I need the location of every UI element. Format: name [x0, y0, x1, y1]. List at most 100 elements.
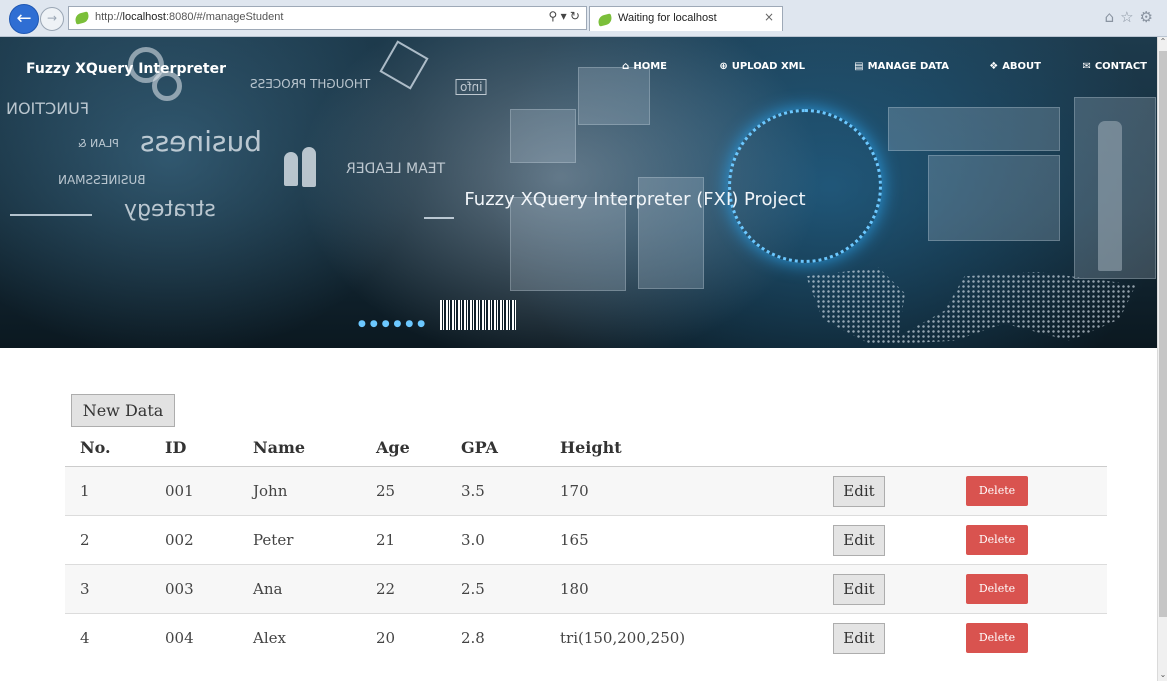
url-text[interactable]: http://localhost:8080/#/manageStudent [95, 11, 283, 23]
decor-team: TEAM LEADER [346, 161, 446, 177]
info-icon: ❖ [989, 61, 999, 72]
hero-panel [510, 109, 576, 163]
tab-favicon-icon [596, 13, 614, 27]
url-prefix: http:// [95, 11, 123, 23]
delete-button[interactable]: Delete [966, 574, 1028, 604]
column-header-no: No. [65, 428, 150, 467]
table-row: 3 003 Ana 22 2.5 180 Edit Delete [65, 564, 1107, 614]
arrow-left-icon: ← [16, 8, 32, 29]
column-header-edit [818, 428, 951, 467]
address-bar[interactable]: http://localhost:8080/#/manageStudent ⚲ … [68, 6, 587, 30]
new-data-button[interactable]: New Data [71, 394, 175, 427]
column-header-height: Height [545, 428, 818, 467]
scroll-up-icon[interactable]: ⌃ [1158, 37, 1167, 46]
barcode-graphic [440, 300, 516, 330]
tab-close-icon[interactable]: × [764, 10, 774, 24]
cell-age: 20 [361, 613, 446, 662]
arrow-graphic [424, 217, 454, 219]
cell-name: Alex [238, 613, 361, 662]
search-refresh-icons[interactable]: ⚲ ▾ ↻ [548, 9, 580, 23]
cell-no: 4 [65, 613, 150, 662]
nav-about-label: ABOUT [1002, 61, 1041, 72]
cell-name: Ana [238, 564, 361, 614]
nav-about[interactable]: ❖ ABOUT [989, 61, 1041, 72]
cell-delete: Delete [951, 613, 1107, 662]
decor-function: FUNCTION [6, 99, 90, 118]
site-favicon-icon [73, 11, 91, 25]
student-table: No. ID Name Age GPA Height 1 001 John 25… [65, 428, 1107, 662]
edit-button[interactable]: Edit [833, 573, 885, 605]
glowing-ring [728, 109, 882, 263]
line-graphic [10, 214, 92, 216]
scroll-thumb[interactable] [1159, 51, 1167, 617]
decor-business: business [140, 125, 263, 158]
hero-panel [578, 67, 650, 125]
nav-upload-xml[interactable]: ⊕ UPLOAD XML [719, 61, 805, 72]
site-title[interactable]: Fuzzy XQuery Interpreter [26, 61, 226, 77]
cell-gpa: 2.5 [446, 564, 545, 614]
cell-delete: Delete [951, 564, 1107, 614]
column-header-id: ID [150, 428, 238, 467]
cell-height: tri(150,200,250) [545, 613, 818, 662]
hero-panel [510, 197, 626, 291]
browser-tab[interactable]: Waiting for localhost × [589, 6, 783, 31]
cell-age: 21 [361, 515, 446, 565]
cell-id: 003 [150, 564, 238, 614]
table-row: 1 001 John 25 3.5 170 Edit Delete [65, 466, 1107, 516]
delete-button[interactable]: Delete [966, 476, 1028, 506]
edit-button[interactable]: Edit [833, 524, 885, 556]
cell-no: 3 [65, 564, 150, 614]
column-header-age: Age [361, 428, 446, 467]
arrow-right-icon: → [46, 11, 58, 25]
hero-caption: Fuzzy XQuery Interpreter (FXI) Project [464, 189, 806, 210]
cell-age: 22 [361, 564, 446, 614]
delete-button[interactable]: Delete [966, 525, 1028, 555]
table-row: 4 004 Alex 20 2.8 tri(150,200,250) Edit … [65, 613, 1107, 662]
nav-manage-label: MANAGE DATA [867, 61, 949, 72]
star-icon[interactable]: ☆ [1120, 8, 1139, 26]
cell-gpa: 3.5 [446, 466, 545, 516]
home-icon[interactable]: ⌂ [1105, 8, 1121, 26]
envelope-icon: ✉ [1082, 61, 1091, 72]
hero-banner: ●●●●●● FUNCTION PLAN & business BUSINESS… [0, 37, 1157, 348]
nav-contact[interactable]: ✉ CONTACT [1082, 61, 1147, 72]
table-header-row: No. ID Name Age GPA Height [65, 428, 1107, 467]
nav-contact-label: CONTACT [1094, 61, 1147, 72]
cell-height: 180 [545, 564, 818, 614]
scroll-down-icon[interactable]: ⌄ [1158, 670, 1167, 679]
forward-button[interactable]: → [40, 7, 64, 31]
page-scrollbar[interactable]: ⌃ ⌄ [1157, 37, 1167, 681]
cell-id: 001 [150, 466, 238, 516]
back-button[interactable]: ← [9, 4, 39, 34]
cell-edit: Edit [818, 564, 951, 614]
home-icon: ⌂ [622, 61, 630, 72]
cell-delete: Delete [951, 515, 1107, 565]
table-row: 2 002 Peter 21 3.0 165 Edit Delete [65, 515, 1107, 565]
decor-strategy: strategy [124, 197, 216, 222]
edit-button[interactable]: Edit [833, 475, 885, 507]
cell-no: 2 [65, 515, 150, 565]
cell-edit: Edit [818, 466, 951, 516]
nav-manage-data[interactable]: ▤ MANAGE DATA [854, 61, 949, 72]
column-header-gpa: GPA [446, 428, 545, 467]
edit-button[interactable]: Edit [833, 622, 885, 654]
cell-gpa: 2.8 [446, 613, 545, 662]
list-icon: ▤ [854, 61, 864, 72]
nav-home[interactable]: ⌂ HOME [622, 61, 667, 72]
decor-businessman: BUSINESSMAN [58, 173, 146, 187]
tab-title: Waiting for localhost [618, 12, 717, 24]
cell-height: 165 [545, 515, 818, 565]
delete-button[interactable]: Delete [966, 623, 1028, 653]
person-figure-graphic [284, 152, 298, 186]
decor-plan: PLAN & [78, 137, 119, 150]
dot-row-graphic: ●●●●●● [358, 319, 430, 329]
nav-home-label: HOME [633, 61, 667, 72]
gear-icon[interactable]: ⚙ [1140, 8, 1159, 26]
hexagon-graphic [379, 40, 429, 90]
cell-delete: Delete [951, 466, 1107, 516]
browser-toolbar-icons: ⌂☆⚙ [1105, 8, 1159, 26]
decor-thought: THOUGHT PROCESS [250, 77, 371, 91]
hero-panel [888, 107, 1060, 151]
cell-id: 004 [150, 613, 238, 662]
cell-no: 1 [65, 466, 150, 516]
